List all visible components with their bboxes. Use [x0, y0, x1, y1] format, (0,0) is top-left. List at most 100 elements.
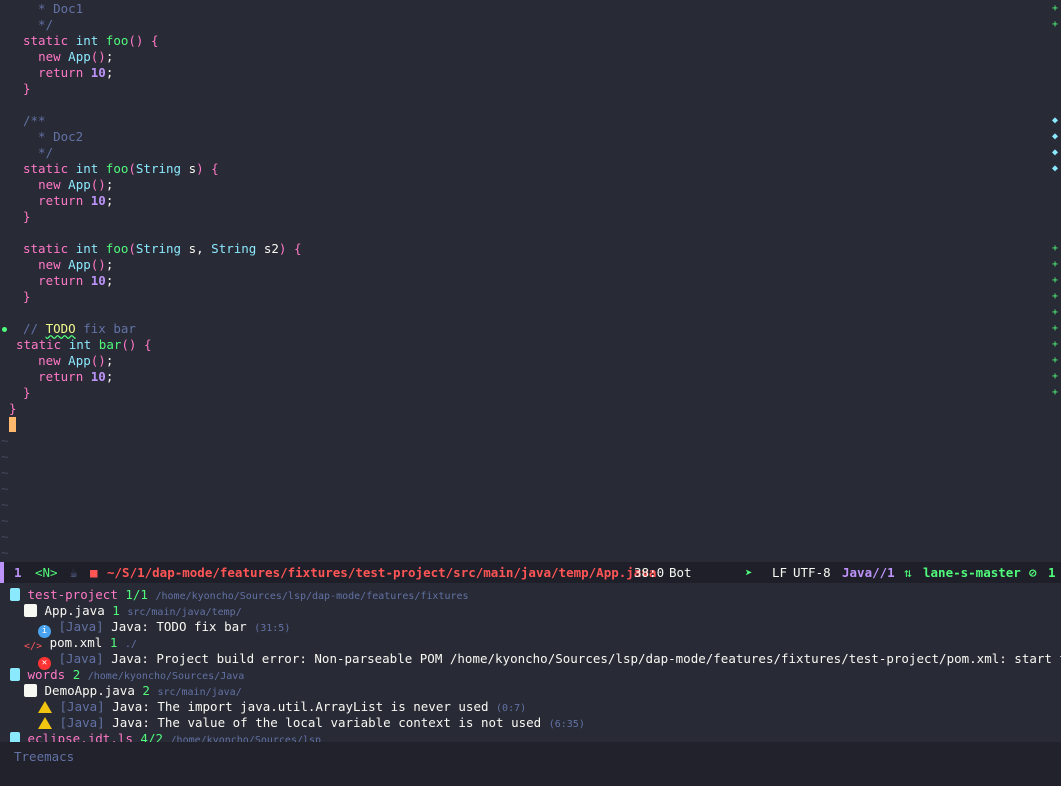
code-line[interactable]: return 10;	[0, 65, 1050, 81]
code-token: /**	[23, 113, 46, 128]
code-line[interactable]: new App();	[0, 49, 1050, 65]
code-line[interactable]: static int bar() {	[0, 337, 1050, 353]
treemacs-error-list[interactable]: test-project 1/1 /home/kyoncho/Sources/l…	[0, 583, 1061, 742]
treemacs-diagnostic-row[interactable]: [Java] Java: The import java.util.ArrayL…	[38, 699, 526, 715]
breakpoint-dot-icon[interactable]	[2, 327, 7, 332]
treemacs-file-row[interactable]: App.java 1 src/main/java/temp/	[24, 603, 242, 619]
code-token: }	[23, 289, 31, 304]
code-token: () {	[121, 337, 152, 352]
diff-added-icon: +	[1051, 243, 1058, 254]
code-text: }	[23, 385, 31, 401]
diff-modified-icon: ◆	[1051, 163, 1058, 174]
treemacs-diagnostic-row[interactable]: i [Java] Java: TODO fix bar (31:5)	[38, 619, 290, 638]
code-text: return 10;	[23, 369, 113, 385]
diff-added-icon: +	[1051, 355, 1058, 366]
code-token: //	[23, 321, 46, 336]
code-line[interactable]: /**	[0, 113, 1050, 129]
code-token: ;	[105, 177, 114, 192]
treemacs-diagnostic-row[interactable]: [Java] Java: The value of the local vari…	[38, 715, 585, 731]
code-line[interactable]: new App();	[0, 353, 1050, 369]
code-line[interactable]: */	[0, 145, 1050, 161]
code-token: new	[38, 49, 69, 64]
empty-line-tilde: ~	[1, 433, 9, 448]
buffer-path[interactable]: ~/S/1/dap-mode/features/fixtures/test-pr…	[107, 562, 656, 583]
code-line[interactable]: }	[0, 289, 1050, 305]
code-line[interactable]	[0, 97, 1050, 113]
diff-added-icon: +	[1051, 387, 1058, 398]
diff-added-icon: +	[1051, 339, 1058, 350]
code-token: 10	[90, 193, 106, 208]
diff-added-icon: +	[1051, 371, 1058, 382]
git-branch[interactable]: lane-s-master	[923, 562, 1021, 583]
file-encoding[interactable]: UTF-8	[793, 562, 831, 583]
save-icon: ■	[90, 565, 98, 580]
code-token: () {	[128, 33, 159, 48]
code-line[interactable]: new App();	[0, 177, 1050, 193]
treemacs-text: pom.xml	[49, 635, 110, 650]
code-line[interactable]: * Doc1	[0, 1, 1050, 17]
code-line[interactable]	[0, 225, 1050, 241]
code-line[interactable]: }	[0, 385, 1050, 401]
major-mode[interactable]: Java//1	[842, 562, 895, 583]
code-text: return 10;	[23, 193, 113, 209]
treemacs-text: test-project	[27, 587, 126, 602]
code-line[interactable]: return 10;	[0, 369, 1050, 385]
treemacs-file-row[interactable]: </> pom.xml 1 ./	[24, 635, 137, 652]
code-line[interactable]: */	[0, 17, 1050, 33]
treemacs-file-row[interactable]: DemoApp.java 2 src/main/java/	[24, 683, 242, 699]
evil-state: <N>	[35, 565, 58, 580]
treemacs-text: 2	[142, 683, 158, 698]
treemacs-text: words	[27, 667, 73, 682]
code-line[interactable]: * Doc2	[0, 129, 1050, 145]
treemacs-text: Java: TODO fix bar	[111, 619, 255, 634]
treemacs-text: /home/kyoncho/Sources/lsp	[170, 735, 322, 742]
code-token: foo	[105, 161, 129, 176]
code-line[interactable]: // TODO fix bar	[0, 321, 1050, 337]
code-line[interactable]: new App();	[0, 257, 1050, 273]
editor-buffer[interactable]: * Doc1 + */+ static int foo() { new App();…	[0, 0, 1061, 562]
code-token: * Doc1	[23, 1, 84, 16]
rocket-icon: ➤	[745, 565, 753, 580]
code-token: (	[128, 241, 136, 256]
code-line[interactable]: return 10;	[0, 193, 1050, 209]
treemacs-project-row[interactable]: eclipse.jdt.ls 4/2 /home/kyoncho/Sources…	[10, 731, 321, 742]
diff-added-icon: +	[1051, 3, 1058, 14]
treemacs-text: Java: Project build error: Non-parseable…	[111, 651, 1061, 666]
code-token: return	[38, 193, 91, 208]
treemacs-project-row[interactable]: test-project 1/1 /home/kyoncho/Sources/l…	[10, 587, 469, 603]
code-token: }	[23, 209, 31, 224]
code-token: return	[38, 273, 91, 288]
code-token: ) {	[278, 241, 302, 256]
code-line[interactable]: return 10;	[0, 273, 1050, 289]
code-line[interactable]: }	[0, 209, 1050, 225]
code-line[interactable]: static int foo() {	[0, 33, 1050, 49]
diff-added-icon: +	[1051, 323, 1058, 334]
eol-type[interactable]: LF	[772, 562, 787, 583]
code-line[interactable]: static int foo(String s) {	[0, 161, 1050, 177]
code-line[interactable]: }	[0, 401, 1050, 417]
treemacs-text: [Java]	[58, 619, 112, 634]
code-text: new App();	[23, 353, 113, 369]
code-line[interactable]: }	[0, 81, 1050, 97]
code-text: static int foo(String s) {	[23, 161, 219, 177]
code-text: new App();	[23, 257, 113, 273]
code-line[interactable]: static int foo(String s, String s2) {	[0, 241, 1050, 257]
treemacs-text: (0:7)	[496, 703, 527, 714]
mode-line-indicator	[0, 562, 4, 583]
treemacs-diagnostic-row[interactable]: ✕ [Java] Java: Project build error: Non-…	[38, 651, 1061, 670]
treemacs-project-row[interactable]: words 2 /home/kyoncho/Sources/Java	[10, 667, 244, 683]
code-line[interactable]	[0, 305, 1050, 321]
code-token: 10	[90, 65, 106, 80]
code-token: return	[38, 65, 91, 80]
treemacs-text: src/main/java/	[157, 687, 242, 698]
code-token: ()	[90, 49, 106, 64]
code-token: 10	[90, 369, 106, 384]
treemacs-text: 4/2	[140, 731, 171, 742]
code-token: int	[68, 337, 99, 352]
code-token: return	[38, 369, 91, 384]
error-count[interactable]: 1	[1048, 562, 1056, 583]
code-token: new	[38, 257, 69, 272]
code-token: static	[23, 33, 76, 48]
